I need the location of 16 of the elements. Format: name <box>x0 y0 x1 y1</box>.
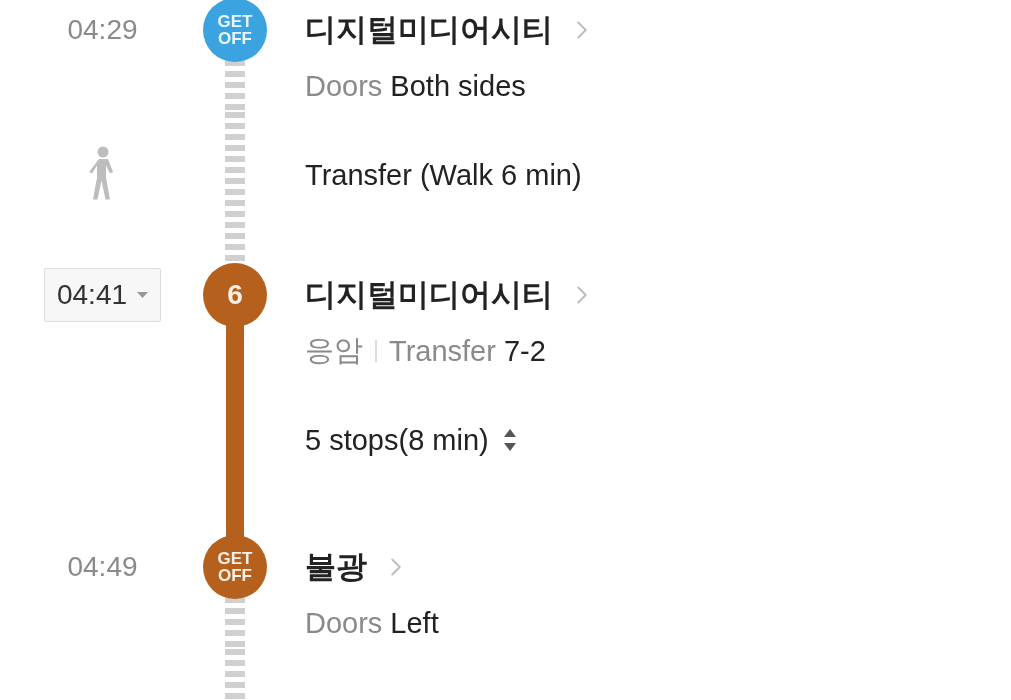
expand-icon[interactable] <box>502 429 517 451</box>
transfer-walk-text: Transfer (Walk 6 min) <box>305 158 582 193</box>
line-badge: 6 <box>203 263 267 327</box>
station-name[interactable]: 디지털미디어시티 <box>305 274 553 316</box>
station-name[interactable]: 디지털미디어시티 <box>305 9 553 51</box>
station-name[interactable]: 불광 <box>305 546 367 588</box>
arrival-time: 04:29 <box>67 14 138 46</box>
station-info: 응암 Transfer 7-2 <box>305 333 546 369</box>
get-off-badge: GET OFF <box>203 535 267 599</box>
arrival-time: 04:49 <box>67 551 138 583</box>
caret-icon <box>137 292 149 298</box>
get-off-badge: GET OFF <box>203 0 267 62</box>
station-info: Doors Left <box>305 606 439 640</box>
stops-count[interactable]: 5 stops(8 min) <box>305 418 489 462</box>
station-info: Doors Both sides <box>305 69 526 103</box>
time-dropdown[interactable]: 04:41 <box>43 268 162 322</box>
